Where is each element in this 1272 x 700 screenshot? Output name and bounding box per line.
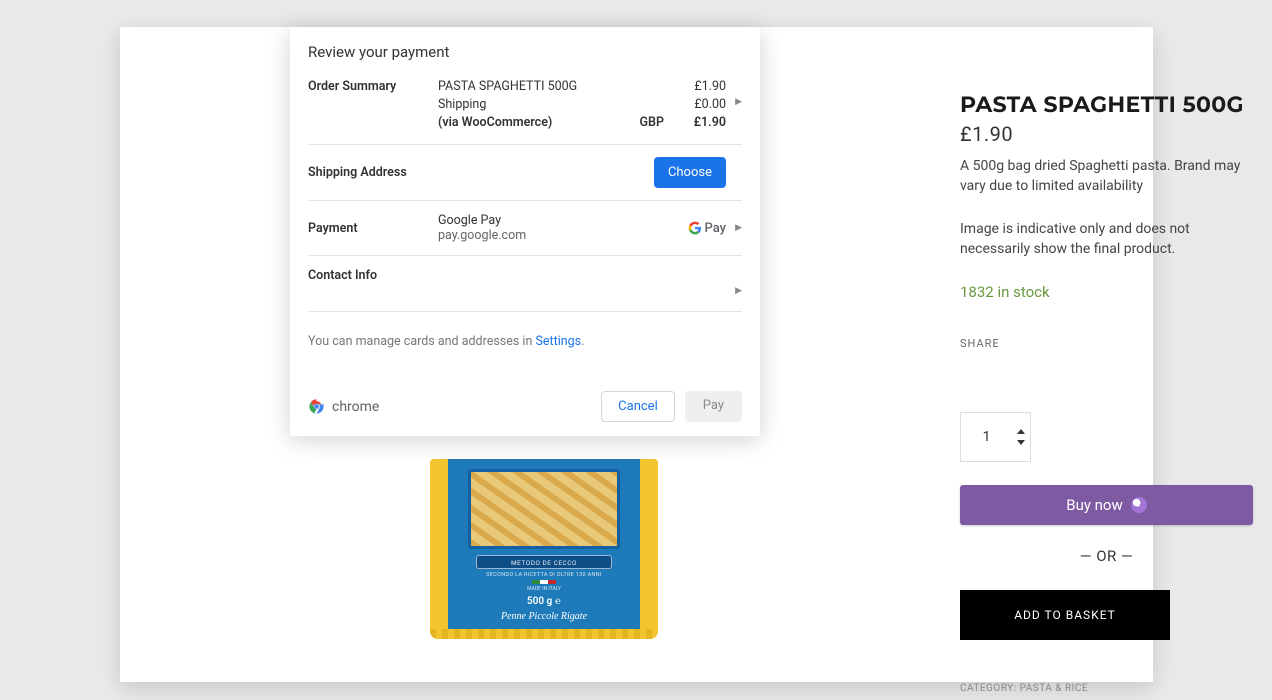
package-subtitle: SECONDO LA RICETTA DI OLTRE 130 ANNI bbox=[464, 572, 624, 578]
chrome-brand: chrome bbox=[308, 398, 379, 415]
product-title: PASTA SPAGHETTI 500G bbox=[960, 91, 1253, 118]
payment-method-row[interactable]: Payment Google Pay pay.google.com Pay ▶ bbox=[308, 201, 742, 256]
italy-flag-icon bbox=[532, 580, 556, 584]
payment-expand-icon[interactable]: ▶ bbox=[726, 223, 742, 233]
buy-now-arrow-icon: › bbox=[1131, 497, 1147, 513]
order-total: £1.90 bbox=[664, 115, 726, 130]
cancel-button[interactable]: Cancel bbox=[601, 391, 675, 422]
order-summary: Order Summary PASTA SPAGHETTI 500G £1.90… bbox=[308, 79, 742, 145]
quantity-stepper[interactable]: 1 bbox=[960, 412, 1031, 462]
contact-info-label: Contact Info bbox=[308, 268, 438, 283]
via-label: (via WooCommerce) bbox=[438, 115, 604, 130]
or-divider: — OR — bbox=[960, 547, 1253, 565]
package-product-name: Penne Piccole Rigate bbox=[464, 611, 624, 622]
choose-address-button[interactable]: Choose bbox=[654, 157, 726, 188]
modal-title: Review your payment bbox=[308, 43, 742, 61]
product-price: £1.90 bbox=[960, 122, 1253, 146]
chrome-icon bbox=[308, 398, 325, 415]
category-link[interactable]: PASTA & RICE bbox=[1020, 683, 1088, 694]
product-description-2: Image is indicative only and does not ne… bbox=[960, 219, 1253, 260]
package-weight: 500 g ℮ bbox=[464, 596, 624, 607]
stock-indicator: 1832 in stock bbox=[960, 283, 1253, 301]
package-banner: METODO DE CECCO bbox=[476, 555, 612, 569]
package-madein: MADE IN ITALY bbox=[464, 586, 624, 592]
buy-now-label: Buy now bbox=[1066, 496, 1123, 514]
order-summary-label: Order Summary bbox=[308, 79, 438, 94]
pay-button[interactable]: Pay bbox=[685, 391, 742, 422]
shipping-label: Shipping bbox=[438, 97, 604, 112]
quantity-increment-icon[interactable] bbox=[1017, 429, 1025, 434]
product-image: METODO DE CECCO SECONDO LA RICETTA DI OL… bbox=[430, 459, 658, 639]
add-to-basket-button[interactable]: ADD TO BASKET bbox=[960, 590, 1170, 640]
quantity-decrement-icon[interactable] bbox=[1017, 440, 1025, 445]
currency-label: GBP bbox=[604, 115, 664, 130]
payment-label: Payment bbox=[308, 221, 438, 236]
contact-info-row[interactable]: Contact Info ▶ bbox=[308, 256, 742, 312]
settings-link[interactable]: Settings bbox=[535, 334, 581, 349]
buy-now-button[interactable]: Buy now › bbox=[960, 485, 1253, 525]
shipping-address-row: Shipping Address Choose bbox=[308, 145, 742, 201]
payment-method-domain: pay.google.com bbox=[438, 228, 688, 243]
quantity-value: 1 bbox=[961, 413, 1012, 461]
product-description-1: A 500g bag dried Spaghetti pasta. Brand … bbox=[960, 156, 1253, 197]
contact-expand-icon[interactable]: ▶ bbox=[726, 286, 742, 296]
shipping-address-label: Shipping Address bbox=[308, 165, 438, 180]
shipping-expand-icon[interactable]: ▶ bbox=[726, 97, 742, 112]
payment-review-modal: Review your payment Order Summary PASTA … bbox=[290, 27, 760, 436]
share-label[interactable]: SHARE bbox=[960, 337, 1253, 350]
payment-method-name: Google Pay bbox=[438, 213, 688, 228]
manage-settings-text: You can manage cards and addresses in Se… bbox=[308, 334, 742, 349]
chrome-brand-label: chrome bbox=[332, 399, 379, 415]
product-category: CATEGORY: PASTA & RICE bbox=[960, 683, 1088, 694]
order-item-name: PASTA SPAGHETTI 500G bbox=[438, 79, 604, 94]
order-item-price: £1.90 bbox=[664, 79, 726, 94]
shipping-price: £0.00 bbox=[664, 97, 726, 112]
gpay-icon: Pay bbox=[688, 221, 726, 236]
